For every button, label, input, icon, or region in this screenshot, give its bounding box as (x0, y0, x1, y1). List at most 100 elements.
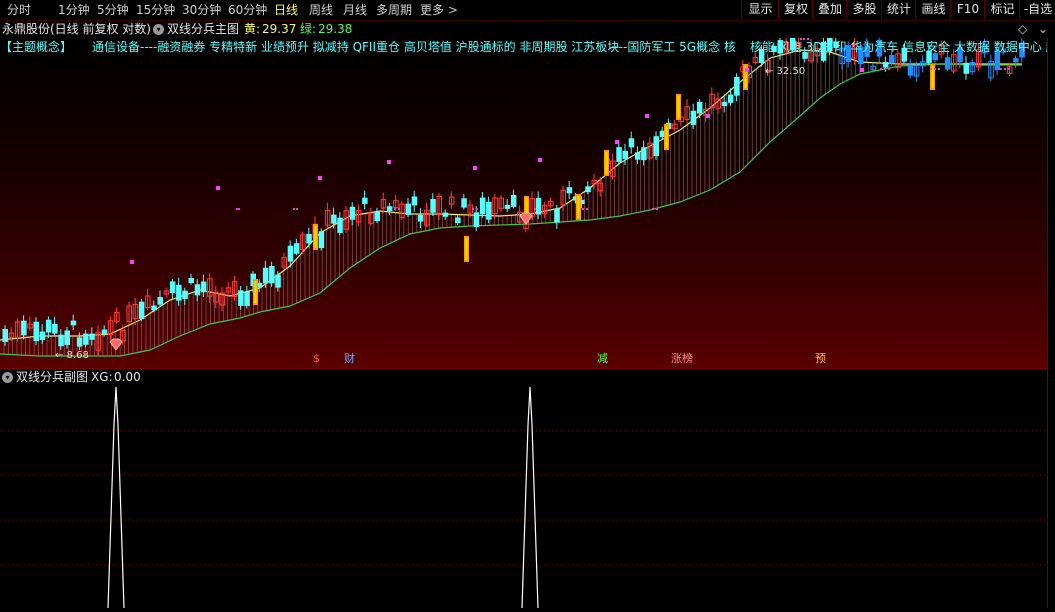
chevron-down-icon[interactable]: ⌄ (1038, 21, 1048, 38)
candle-body (349, 206, 356, 220)
tool-fuquan-button[interactable]: 复权 (778, 0, 813, 19)
candle-body (727, 94, 734, 103)
yellow-line-value: 29.37 (262, 22, 297, 36)
xg-signal-spike (521, 386, 539, 609)
candle-body (374, 211, 380, 222)
candle-body (479, 197, 486, 215)
main-chart-panel[interactable]: ← 32.50 ← 8.68 (0, 38, 1047, 368)
candle-body (169, 281, 176, 294)
candle-body (45, 319, 52, 333)
signal-candle-core (314, 226, 317, 248)
pink-dot-marker (318, 176, 322, 180)
period-tab-fenshi[interactable]: 分时 (7, 2, 31, 18)
candle-body (653, 136, 659, 157)
concept-item[interactable]: 通信设备 (92, 38, 140, 56)
concept-item[interactable]: ----国防军工 5G概念 核 (610, 38, 736, 56)
candle-body (76, 337, 83, 347)
pink-dash-marker (880, 68, 882, 70)
event-marker-reduce[interactable]: 减 (597, 352, 608, 365)
tool-f10-button[interactable]: F10 (950, 0, 985, 19)
period-tab-60min[interactable]: 60分钟 (228, 2, 267, 18)
xg-signal-spike (107, 386, 125, 609)
candle-body (696, 101, 703, 114)
period-tab-month[interactable]: 月线 (343, 2, 367, 18)
candle-body (882, 62, 889, 68)
candle-body (690, 110, 697, 125)
candle-body (442, 212, 449, 217)
tool-mark-button[interactable]: 标记 (984, 0, 1020, 19)
pink-dot-marker (130, 260, 134, 264)
candle-body (200, 281, 207, 293)
tool-overlay-button[interactable]: 叠加 (812, 0, 847, 19)
green-line-label: 绿: (300, 22, 317, 36)
tool-watchlist-button[interactable]: -自选 (1019, 0, 1055, 19)
pink-dash-marker (656, 208, 658, 210)
indicator-settings-icon[interactable]: ▾ (153, 21, 164, 38)
candle-body (430, 198, 436, 213)
yellow-line-label: 黄: (244, 22, 261, 36)
candle-body (275, 274, 281, 288)
tool-display-button[interactable]: 显示 (741, 0, 779, 19)
signal-spike-chart (0, 386, 1047, 609)
concept-item[interactable]: 核能 风电 3D打印 华为汽车 信息安全 大数据 数据中心 超 (750, 38, 1055, 56)
candle-body (244, 291, 250, 307)
pink-dash-marker (652, 208, 654, 210)
sub-chart-panel[interactable] (0, 385, 1047, 609)
pink-dash-marker (934, 68, 936, 70)
candle-body (504, 204, 511, 209)
xg-label: XG: (91, 370, 113, 384)
tool-draw-button[interactable]: 画线 (915, 0, 951, 19)
pink-dash-marker (534, 208, 536, 210)
sub-indicator-settings-icon[interactable]: ▾ (2, 369, 13, 386)
pink-dash-marker (476, 208, 478, 210)
price-scale-strip[interactable] (1047, 38, 1055, 608)
candle-body (176, 284, 182, 301)
tool-multistock-button[interactable]: 多股 (846, 0, 882, 19)
candle-body (287, 245, 294, 262)
period-tab-5min[interactable]: 5分钟 (97, 2, 129, 18)
sub-indicator-name[interactable]: 双线分兵副图 (16, 369, 88, 386)
signal-candle-core (465, 238, 468, 260)
pink-dot-marker (645, 114, 649, 118)
candle-body (417, 214, 424, 222)
pink-dot-marker (473, 166, 477, 170)
chart-info-bar: 永鼎股份(日线 前复权 对数) ▾ 双线分兵主图 黄: 29.37 绿: 29.… (0, 21, 1055, 38)
event-marker-forecast[interactable]: 预 (815, 352, 826, 365)
event-marker-dollar[interactable]: $ (313, 352, 320, 365)
candle-body (963, 62, 969, 74)
candle-body (188, 277, 194, 284)
candle-body (889, 54, 895, 64)
candle-body (318, 231, 325, 249)
tool-stats-button[interactable]: 统计 (881, 0, 916, 19)
period-tab-week[interactable]: 周线 (309, 2, 333, 18)
period-tab-multi[interactable]: 多周期 (376, 2, 412, 18)
candle-body (473, 212, 480, 228)
period-tab-day[interactable]: 日线 (274, 2, 298, 18)
period-tab-15min[interactable]: 15分钟 (136, 2, 175, 18)
candle-body (39, 331, 46, 341)
period-tab-1min[interactable]: 1分钟 (58, 2, 90, 18)
candle-body (411, 196, 418, 206)
pink-dot-marker (538, 158, 542, 162)
candle-body (306, 233, 312, 244)
candle-body (907, 64, 914, 76)
candle-body (734, 76, 740, 96)
candle-body (33, 321, 39, 342)
signal-candle-core (665, 126, 668, 148)
candle-body (238, 290, 244, 306)
pink-dash-marker (238, 208, 240, 210)
candle-body (616, 147, 622, 162)
sub-chart-header: ▾ 双线分兵副图 XG: 0.00 (0, 368, 1047, 386)
concepts-label[interactable]: 【主题概念】 (0, 38, 72, 56)
period-tab-30min[interactable]: 30分钟 (182, 2, 221, 18)
diamond-icon[interactable]: ◇ (1018, 21, 1027, 38)
main-indicator-name[interactable]: 双线分兵主图 (167, 21, 239, 38)
candle-body (269, 266, 275, 284)
event-marker-limitup[interactable]: 涨榜 (671, 352, 693, 365)
event-marker-finance[interactable]: 财 (344, 352, 355, 365)
pink-dash-marker (472, 208, 474, 210)
period-tab-more[interactable]: 更多 > (420, 2, 458, 18)
concept-item[interactable]: ----融资融券 专精特新 业绩预升 拟减持 QFII重仓 高贝塔值 沪股通标的… (140, 38, 619, 56)
candle-body (138, 301, 145, 319)
candle-body (52, 323, 58, 334)
